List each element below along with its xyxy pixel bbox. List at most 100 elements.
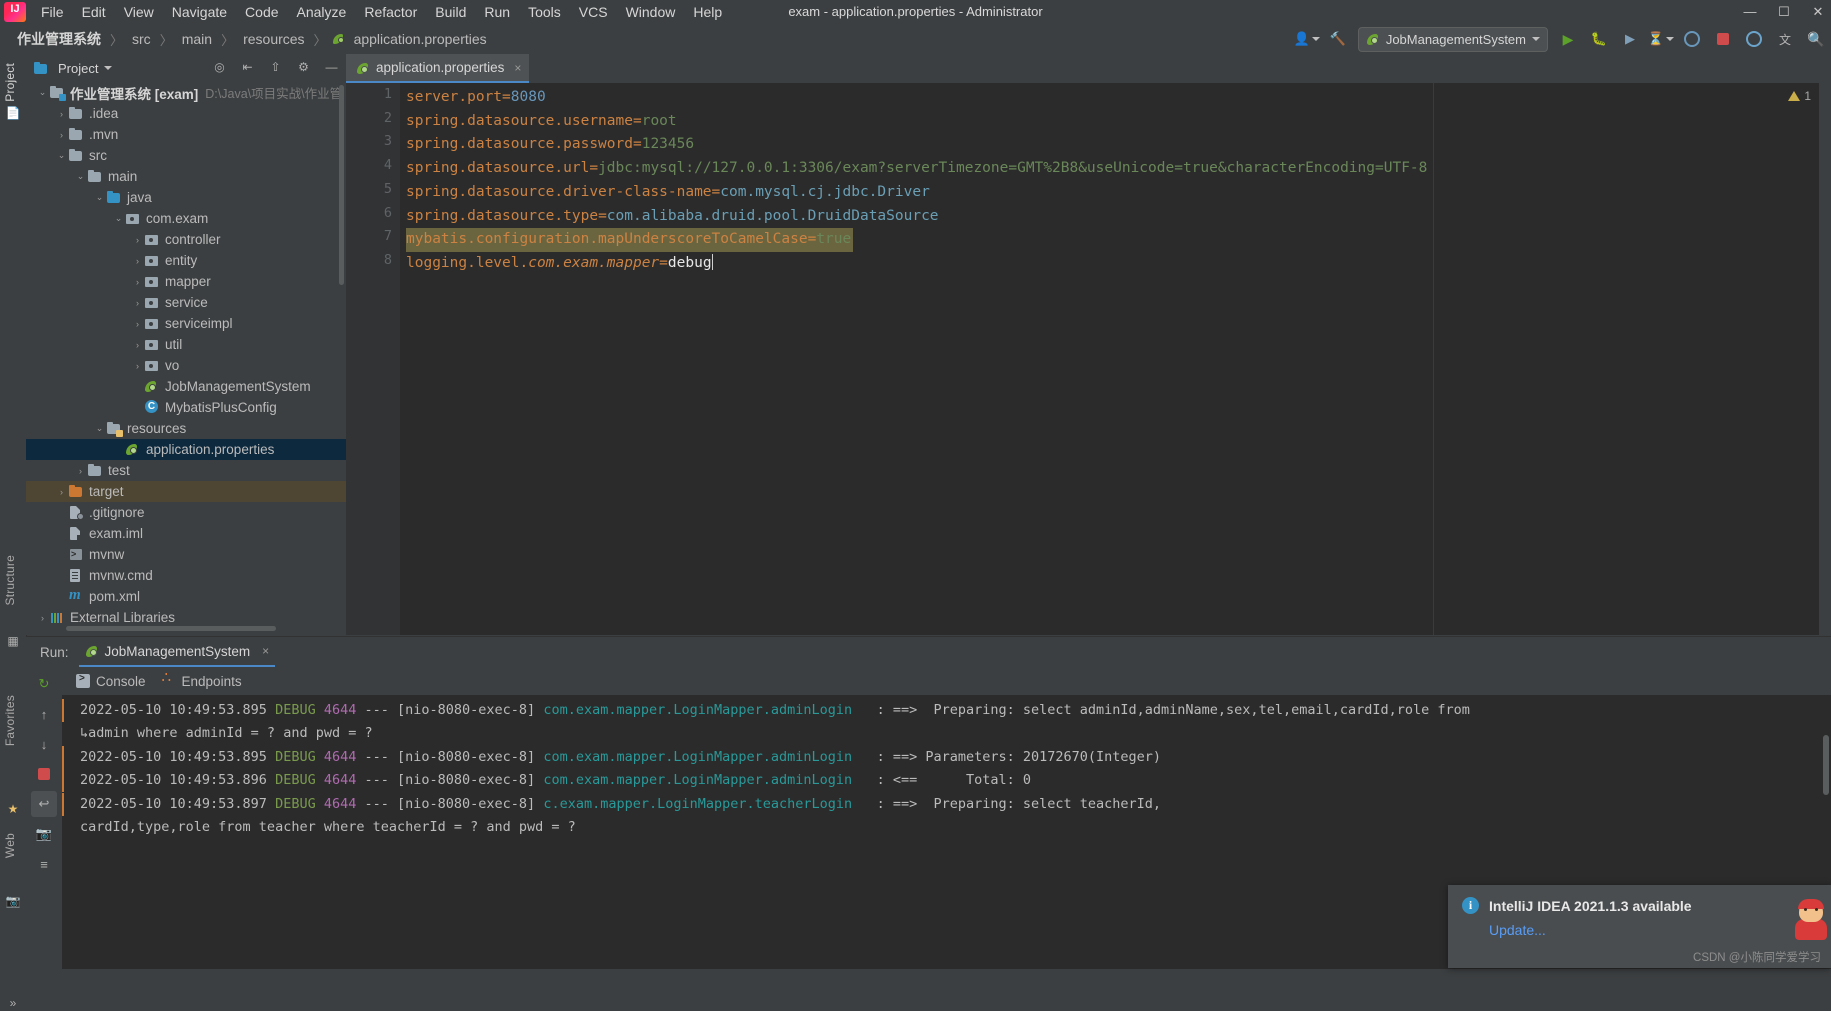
chevron-right-icon[interactable]: › [131,275,144,288]
chevron-right-icon[interactable]: › [55,128,68,141]
menu-edit[interactable]: Edit [73,2,115,22]
chevron-down-icon[interactable] [104,66,113,70]
code-line[interactable]: logging.level.com.exam.mapper=debug [406,252,713,276]
up-icon[interactable]: ↑ [31,701,57,727]
tree-node-entity[interactable]: › entity [26,250,346,271]
inspection-status[interactable]: 1 [1788,89,1811,103]
sidebar-item-favorites[interactable]: Favorites [3,695,17,746]
project-tree[interactable]: ⌄ 作业管理系统 [exam] D:\Java\项目实战\作业管 › .idea › .mv… [26,82,346,627]
menu-navigate[interactable]: Navigate [163,2,236,22]
help-icon[interactable] [1743,28,1765,50]
camera-icon[interactable]: 📷 [5,893,21,909]
menu-refactor[interactable]: Refactor [355,2,426,22]
profile-icon[interactable]: ⏳ [1648,28,1675,50]
grid-icon[interactable]: ▦ [5,633,21,649]
tree-node-test[interactable]: › test [26,460,346,481]
chevron-right-icon[interactable]: › [131,233,144,246]
stop-icon[interactable] [31,761,57,787]
editor-gutter[interactable]: 1 2 3 4 5 6 7 8 [346,83,400,635]
code-line[interactable]: server.port=8080 [406,86,546,110]
close-icon[interactable]: ✕ [1811,4,1825,20]
star-icon[interactable]: ★ [5,801,21,817]
menu-analyze[interactable]: Analyze [288,2,356,22]
run-tab-jobmanagementsystem[interactable]: JobManagementSystem × [78,637,276,667]
locate-icon[interactable]: ◎ [211,58,228,75]
tree-node-pom.xml[interactable]: pom.xml [26,586,346,607]
tree-node-com.exam[interactable]: ⌄ com.exam [26,208,346,229]
tree-node-mybatisplusconfig[interactable]: MybatisPlusConfig [26,397,346,418]
tree-node-service[interactable]: › service [26,292,346,313]
debug-icon[interactable]: 🐛 [1588,28,1610,50]
tree-node-.idea[interactable]: › .idea [26,103,346,124]
inspect-icon[interactable] [1681,28,1703,50]
tree-node-serviceimpl[interactable]: › serviceimpl [26,313,346,334]
close-icon[interactable]: × [262,644,269,658]
tree-node-java[interactable]: ⌄ java [26,187,346,208]
rerun-icon[interactable]: ↻ [31,671,57,697]
sidebar-item-project[interactable]: Project [3,63,17,102]
tree-node-.gitignore[interactable]: .gitignore [26,502,346,523]
translate-icon[interactable]: 文 [1774,28,1796,50]
code-line[interactable]: spring.datasource.password=123456 [406,133,694,157]
tree-node-controller[interactable]: › controller [26,229,346,250]
tree-node-external-libraries[interactable]: › External Libraries [26,607,346,627]
breadcrumb-src[interactable]: src [129,31,154,47]
minimize-icon[interactable]: — [1743,4,1757,19]
hide-icon[interactable]: — [323,58,340,75]
collapse-all-icon[interactable]: ⇤ [239,58,256,75]
menu-help[interactable]: Help [684,2,731,22]
breadcrumb-file[interactable]: application.properties [351,31,490,47]
tree-node-resources[interactable]: ⌄ resources [26,418,346,439]
project-vertical-scrollbar[interactable] [339,85,344,285]
tree-node-mapper[interactable]: › mapper [26,271,346,292]
run-configuration-selector[interactable]: JobManagementSystem [1357,26,1548,52]
code-line[interactable]: spring.datasource.username=root [406,110,677,134]
sidebar-item-structure[interactable]: Structure [3,555,17,606]
code-line[interactable]: spring.datasource.url=jdbc:mysql://127.0… [406,157,1427,181]
maximize-icon[interactable]: ☐ [1777,4,1791,20]
tree-node--exam-[interactable]: ⌄ 作业管理系统 [exam] D:\Java\项目实战\作业管 [26,82,346,103]
update-link[interactable]: Update... [1489,922,1831,938]
tab-endpoints[interactable]: Endpoints [162,668,242,689]
menu-view[interactable]: View [115,2,163,22]
tree-node-application.properties[interactable]: application.properties [26,439,346,460]
menu-window[interactable]: Window [617,2,685,22]
tree-node-mvnw.cmd[interactable]: mvnw.cmd [26,565,346,586]
menu-code[interactable]: Code [236,2,287,22]
chevron-down-icon[interactable]: ⌄ [55,149,68,162]
chevron-right-icon[interactable]: › [131,254,144,267]
down-icon[interactable]: ↓ [31,731,57,757]
tree-node-util[interactable]: › util [26,334,346,355]
tree-node-target[interactable]: › target [26,481,346,502]
chevron-down-icon[interactable]: ⌄ [74,170,87,183]
run-with-coverage-icon[interactable]: ▶ [1619,28,1641,50]
tree-node-jobmanagementsystem[interactable]: JobManagementSystem [26,376,346,397]
close-icon[interactable]: × [514,61,521,75]
tree-node-src[interactable]: ⌄ src [26,145,346,166]
tree-node-exam.iml[interactable]: exam.iml [26,523,346,544]
console-scrollbar[interactable] [1823,735,1829,795]
print-icon[interactable]: ≡ [31,851,57,877]
chevron-down-icon[interactable]: ⌄ [112,212,125,225]
soft-wrap-icon[interactable]: ↩ [31,791,57,817]
chevron-right-icon[interactable]: › [55,485,68,498]
tab-console[interactable]: Console [76,673,146,689]
hammer-icon[interactable]: 🔨 [1327,28,1349,50]
gear-icon[interactable]: ⚙ [295,58,312,75]
code-line[interactable]: mybatis.configuration.mapUnderscoreToCam… [406,228,854,252]
menu-run[interactable]: Run [475,2,519,22]
expand-icon[interactable]: ⇧ [267,58,284,75]
code-line[interactable]: spring.datasource.type=com.alibaba.druid… [406,205,939,229]
chevron-right-icon[interactable]: › [131,338,144,351]
bookmarks-icon[interactable]: 📄 [5,105,21,121]
tree-node-main[interactable]: ⌄ main [26,166,346,187]
chevron-right-icon[interactable]: › [131,317,144,330]
chevron-down-icon[interactable]: ⌄ [36,86,49,99]
sidebar-item-web[interactable]: Web [3,833,17,858]
menu-file[interactable]: File [32,2,73,22]
breadcrumb-resources[interactable]: resources [240,31,307,47]
menu-tools[interactable]: Tools [519,2,570,22]
stop-icon[interactable] [1712,28,1734,50]
chevron-down-icon[interactable]: ⌄ [93,191,106,204]
project-horizontal-scrollbar[interactable] [66,626,276,631]
